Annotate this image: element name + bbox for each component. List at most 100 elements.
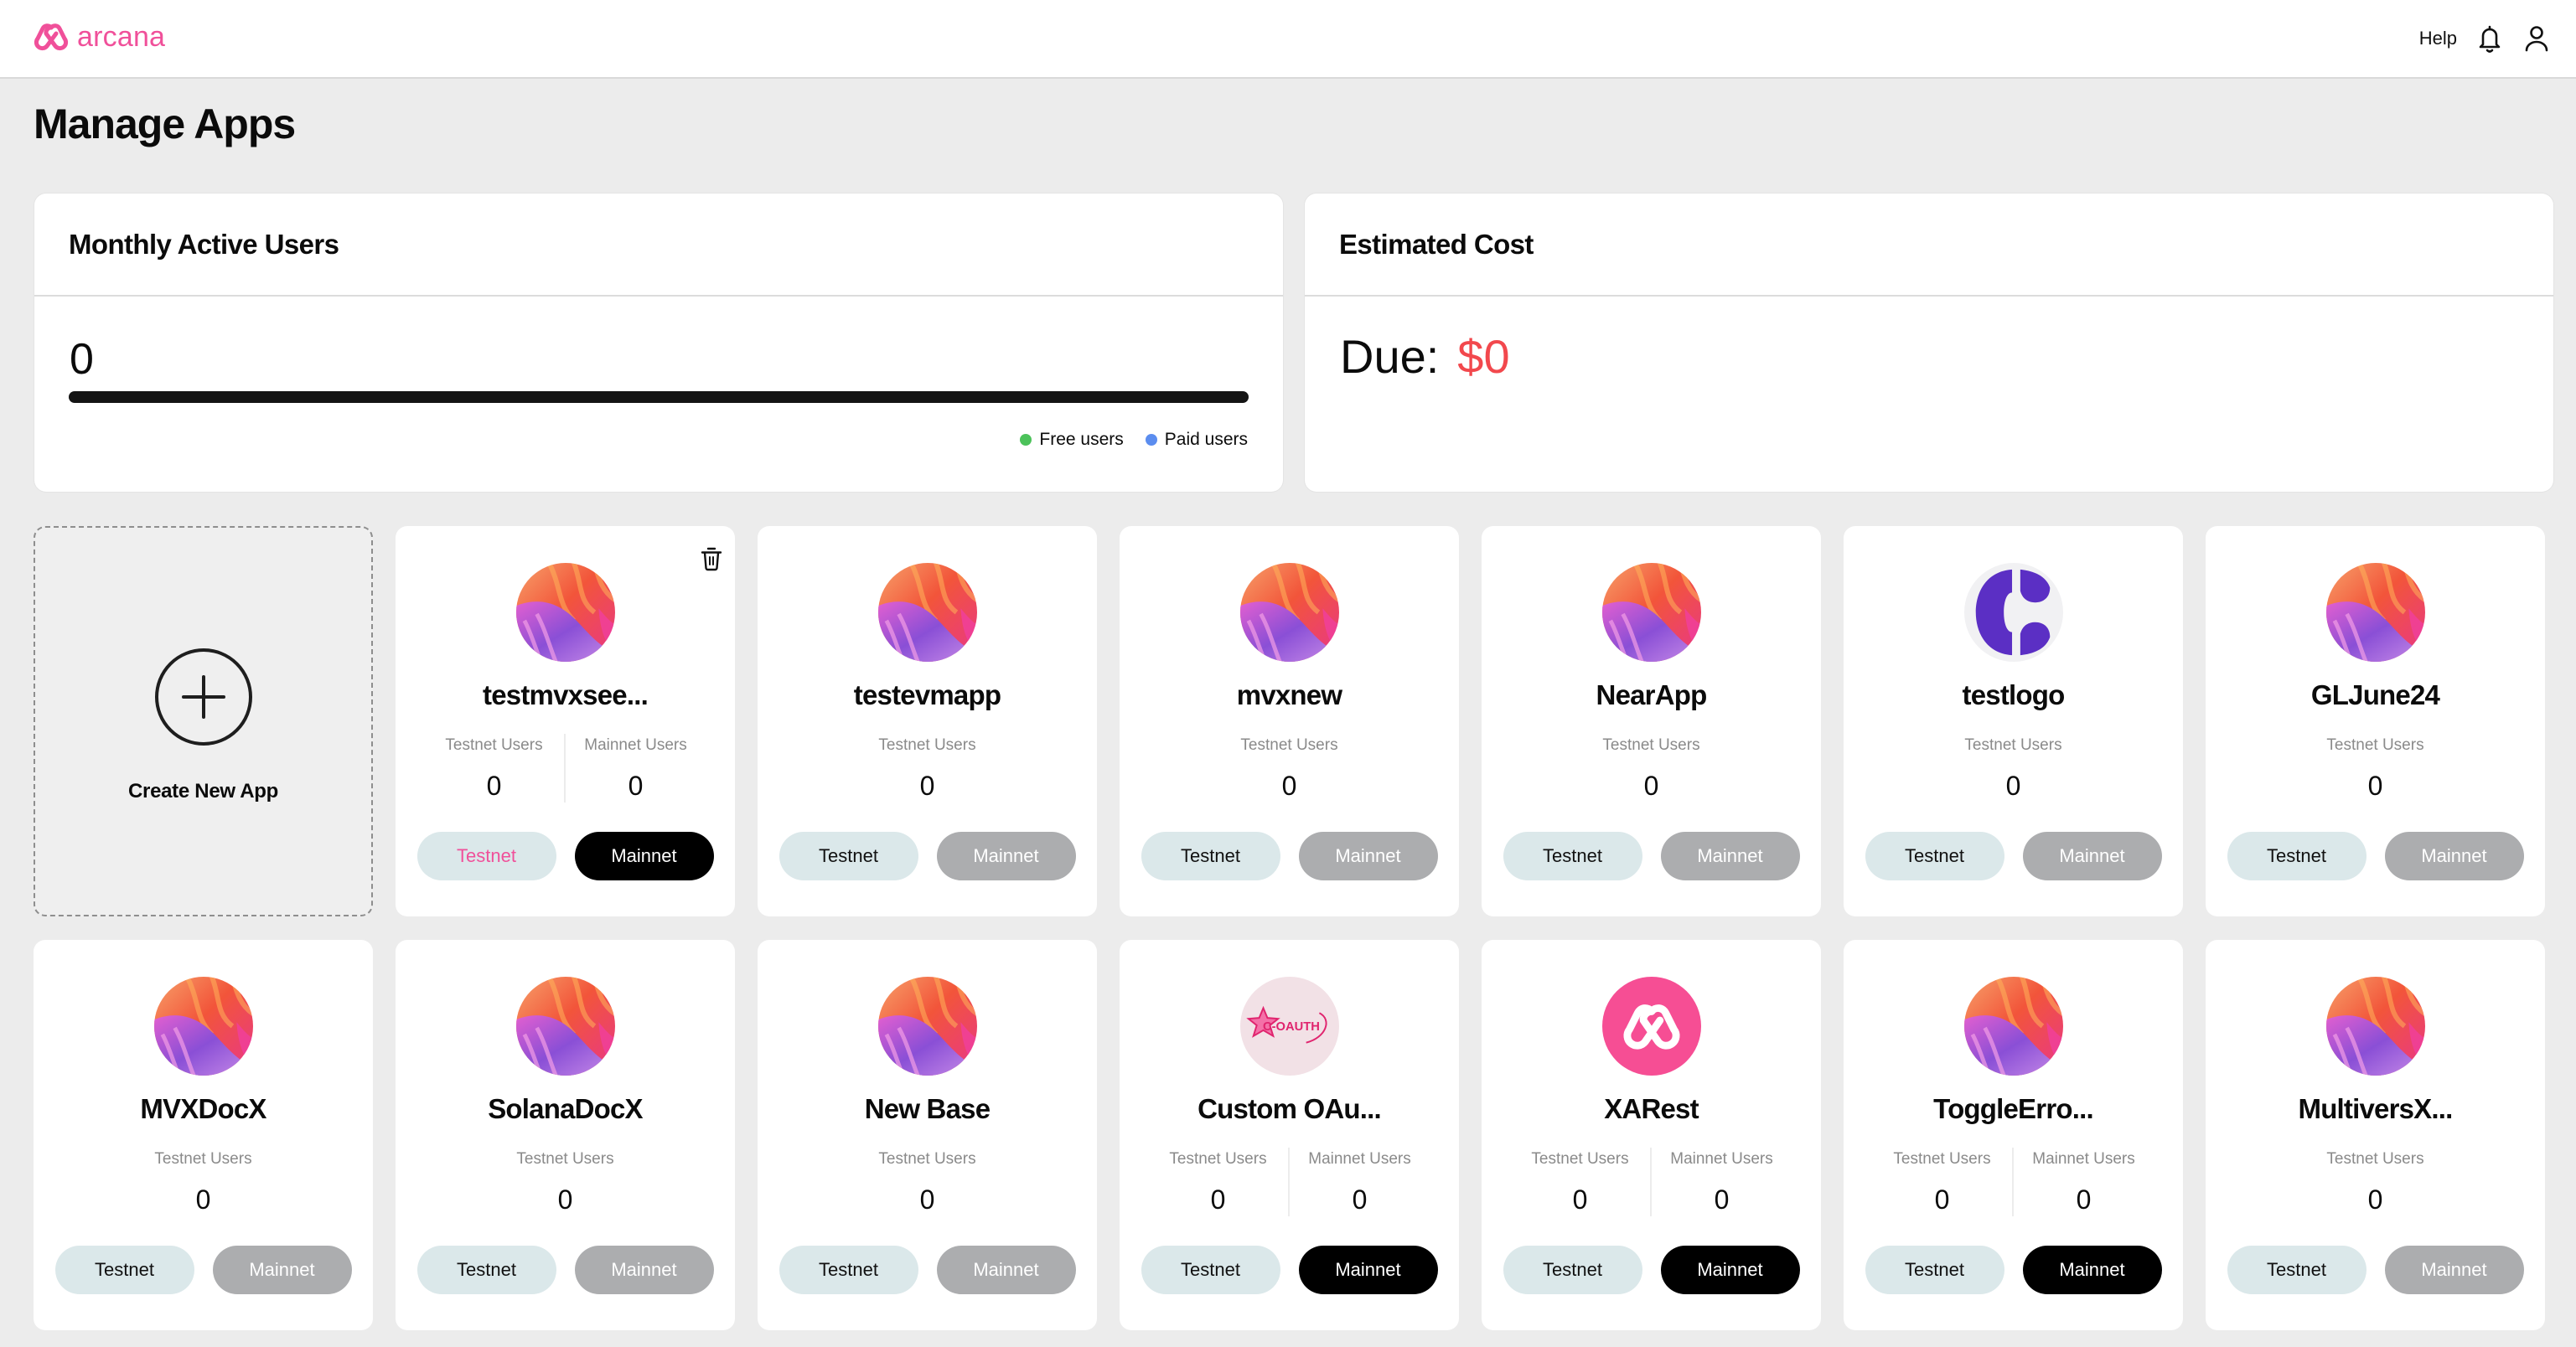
brand[interactable]: arcana (34, 20, 165, 54)
app-logo (877, 563, 977, 662)
top-actions: Help (2419, 22, 2551, 55)
stat-value: 0 (1572, 1184, 1588, 1215)
mau-count: 0 (70, 335, 94, 384)
mainnet-button[interactable]: Mainnet (2384, 832, 2524, 880)
testnet-users-stat: Testnet Users 0 (495, 1148, 636, 1216)
stat-label: Testnet Users (516, 1150, 614, 1168)
stat-value: 0 (2367, 771, 2383, 801)
app-card-12[interactable]: MultiversX... Testnet Users 0 Testnet Mai… (2206, 940, 2545, 1330)
user-stats: Testnet Users 0 (396, 1148, 735, 1216)
network-buttons: Testnet Mainnet (34, 1246, 373, 1294)
help-link[interactable]: Help (2419, 22, 2457, 55)
stat-label: Testnet Users (1169, 1150, 1267, 1168)
mainnet-button[interactable]: Mainnet (574, 1246, 714, 1294)
mainnet-button[interactable]: Mainnet (1298, 1246, 1438, 1294)
green-dot-icon (1020, 434, 1032, 446)
stat-value: 0 (919, 771, 935, 801)
app-card-11[interactable]: ToggleErro... Testnet Users 0 Mainnet User… (1844, 940, 2183, 1330)
stat-label: Testnet Users (1240, 736, 1338, 754)
testnet-button[interactable]: Testnet (1503, 832, 1642, 880)
testnet-button[interactable]: Testnet (2227, 832, 2367, 880)
create-new-app-button[interactable]: Create New App (34, 526, 373, 916)
app-card-4[interactable]: testlogo Testnet Users 0 Testnet Mainnet (1844, 526, 2183, 916)
testnet-users-stat: Testnet Users 0 (1581, 734, 1722, 803)
app-card-0[interactable]: testmvxsee... Testnet Users 0 Mainnet User… (396, 526, 735, 916)
testnet-button[interactable]: Testnet (1141, 832, 1280, 880)
testnet-button[interactable]: Testnet (778, 832, 918, 880)
blue-dot-icon (1145, 434, 1157, 446)
mainnet-button[interactable]: Mainnet (1660, 1246, 1800, 1294)
app-logo (1601, 563, 1701, 662)
testnet-button[interactable]: Testnet (416, 1246, 556, 1294)
brand-name: arcana (77, 21, 166, 53)
testnet-button[interactable]: Testnet (1865, 832, 2004, 880)
stat-value: 0 (195, 1184, 211, 1215)
gradient-wallpaper-logo-icon (2325, 563, 2425, 662)
stat-value: 0 (557, 1184, 573, 1215)
trash-icon[interactable] (700, 546, 723, 571)
mainnet-button[interactable]: Mainnet (936, 832, 1076, 880)
testnet-users-stat: Testnet Users 0 (2305, 734, 2446, 803)
testnet-button[interactable]: Testnet (54, 1246, 194, 1294)
testnet-users-stat: Testnet Users 0 (1511, 1148, 1652, 1216)
mainnet-button[interactable]: Mainnet (1298, 832, 1438, 880)
bell-icon[interactable] (2475, 23, 2504, 54)
mainnet-users-stat: Mainnet Users 0 (2014, 1148, 2154, 1216)
mainnet-button[interactable]: Mainnet (936, 1246, 1076, 1294)
app-logo (1963, 563, 2063, 662)
app-card-1[interactable]: testevmapp Testnet Users 0 Testnet Mainne… (758, 526, 1097, 916)
app-logo (2325, 563, 2425, 662)
gradient-wallpaper-logo-icon (877, 563, 977, 662)
card-header: Estimated Cost (1305, 194, 2553, 297)
app-card-5[interactable]: GLJune24 Testnet Users 0 Testnet Mainnet (2206, 526, 2545, 916)
app-card-2[interactable]: mvxnew Testnet Users 0 Testnet Mainnet (1120, 526, 1459, 916)
testnet-users-stat: Testnet Users 0 (133, 1148, 274, 1216)
user-icon[interactable] (2522, 23, 2551, 54)
user-stats: Testnet Users 0 (2206, 734, 2545, 803)
legend-label: Free users (1039, 430, 1124, 449)
testnet-button[interactable]: Testnet (778, 1246, 918, 1294)
network-buttons: Testnet Mainnet (758, 1246, 1097, 1294)
testnet-users-stat: Testnet Users 0 (2305, 1148, 2446, 1216)
mainnet-button[interactable]: Mainnet (2384, 1246, 2524, 1294)
mainnet-button[interactable]: Mainnet (574, 832, 714, 880)
gradient-wallpaper-logo-icon (153, 977, 253, 1076)
testnet-users-stat: Testnet Users 0 (1219, 734, 1360, 803)
arcana-logo-icon (1601, 977, 1701, 1076)
monthly-active-users-card: Monthly Active Users 0 Free users Paid u… (34, 194, 1283, 492)
app-card-10[interactable]: XARest Testnet Users 0 Mainnet Users 0 Test… (1482, 940, 1821, 1330)
app-name: XARest (1604, 1093, 1699, 1124)
stat-value: 0 (1934, 1184, 1950, 1215)
stat-label: Testnet Users (1964, 736, 2062, 754)
app-name: mvxnew (1236, 679, 1342, 710)
stat-label: Testnet Users (154, 1150, 252, 1168)
mainnet-button[interactable]: Mainnet (2022, 832, 2162, 880)
testnet-users-stat: Testnet Users 0 (857, 734, 998, 803)
user-stats: Testnet Users 0 Mainnet Users 0 (1120, 1148, 1459, 1216)
testnet-button[interactable]: Testnet (2227, 1246, 2367, 1294)
app-card-9[interactable]: C-OAUTH Custom OAu... Testnet Users 0 Main… (1120, 940, 1459, 1330)
testnet-users-stat: Testnet Users 0 (857, 1148, 998, 1216)
stat-label: Mainnet Users (1308, 1150, 1411, 1168)
app-card-8[interactable]: New Base Testnet Users 0 Testnet Mainnet (758, 940, 1097, 1330)
stat-value: 0 (2076, 1184, 2092, 1215)
app-logo (515, 977, 615, 1076)
mainnet-button[interactable]: Mainnet (212, 1246, 352, 1294)
stat-label: Mainnet Users (584, 736, 687, 754)
card-header: Monthly Active Users (34, 194, 1283, 297)
mainnet-button[interactable]: Mainnet (1660, 832, 1800, 880)
due-label: Due: (1340, 330, 1440, 383)
stat-value: 0 (1714, 1184, 1730, 1215)
testnet-button[interactable]: Testnet (1141, 1246, 1280, 1294)
network-buttons: Testnet Mainnet (396, 832, 735, 880)
app-card-3[interactable]: NearApp Testnet Users 0 Testnet Mainnet (1482, 526, 1821, 916)
mainnet-button[interactable]: Mainnet (2022, 1246, 2162, 1294)
top-navigation-bar: arcana Help (0, 0, 2576, 79)
testnet-button[interactable]: Testnet (1503, 1246, 1642, 1294)
app-card-6[interactable]: MVXDocX Testnet Users 0 Testnet Mainnet (34, 940, 373, 1330)
testnet-button[interactable]: Testnet (416, 832, 556, 880)
testnet-button[interactable]: Testnet (1865, 1246, 2004, 1294)
app-card-7[interactable]: SolanaDocX Testnet Users 0 Testnet Mainne… (396, 940, 735, 1330)
legend: Free users Paid users (1020, 430, 1248, 450)
stat-label: Testnet Users (2326, 1150, 2424, 1168)
